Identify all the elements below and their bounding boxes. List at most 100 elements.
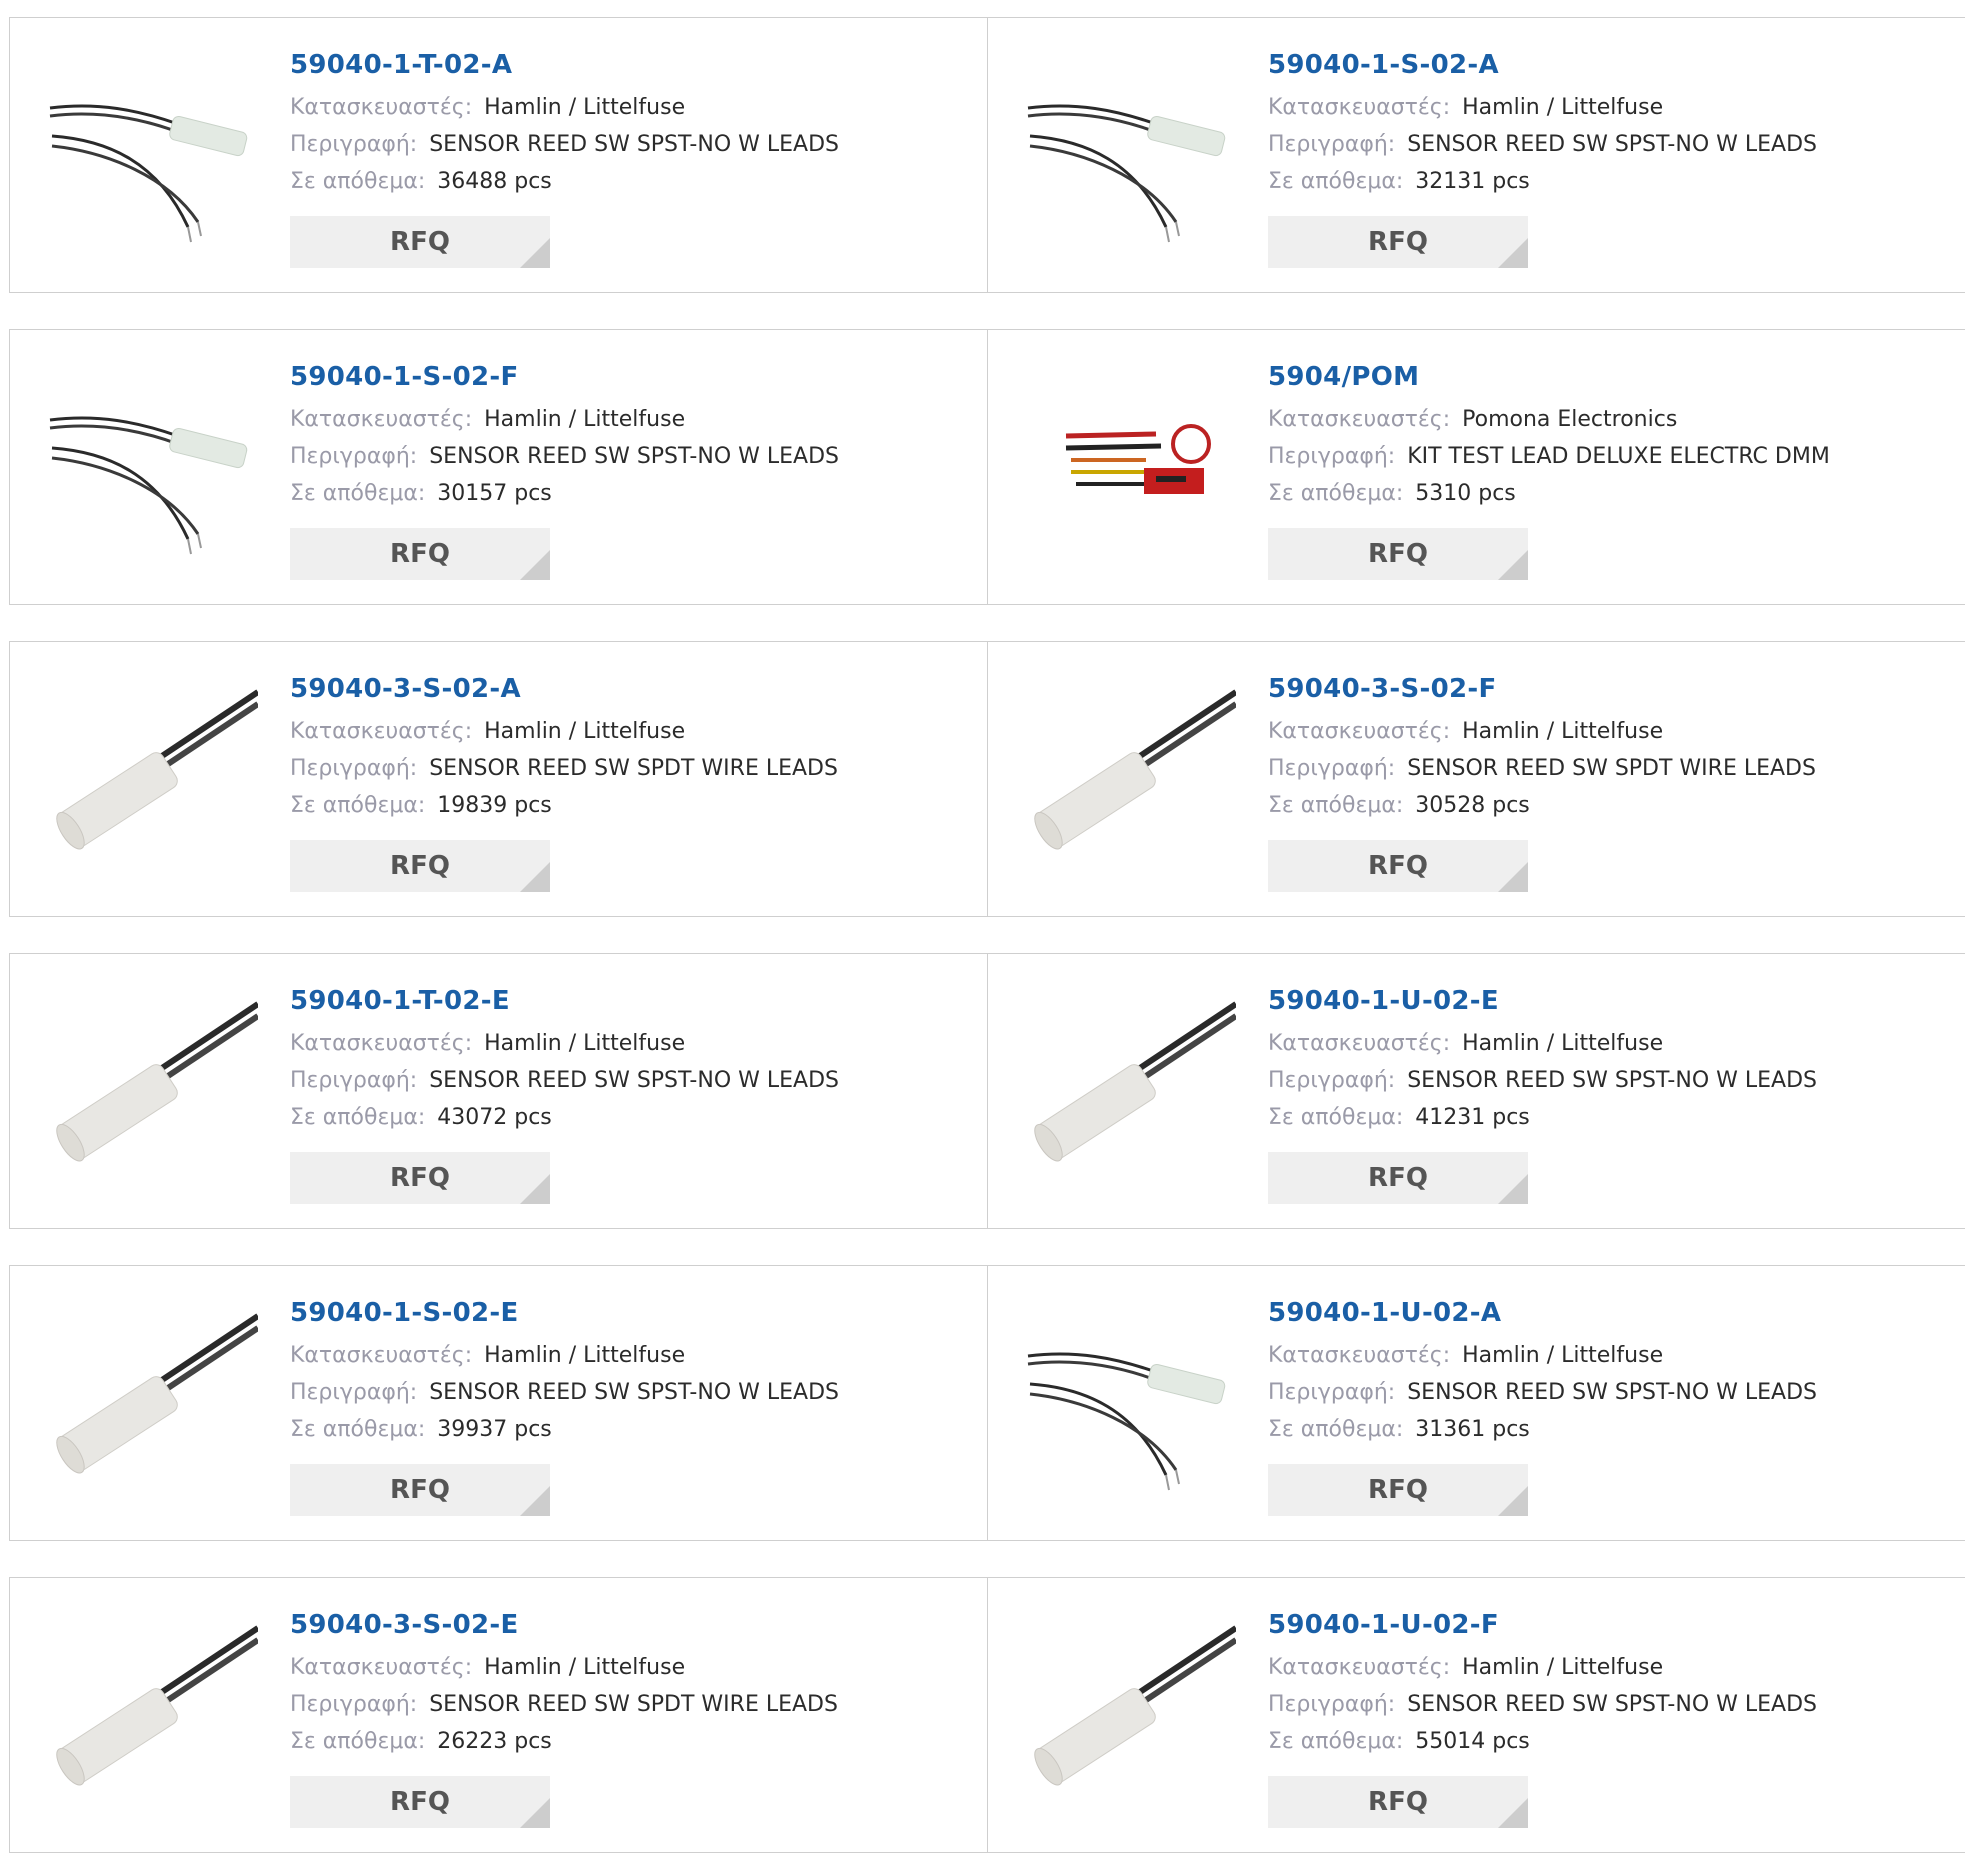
rfq-label: RFQ: [390, 539, 450, 569]
product-image[interactable]: [1026, 1300, 1236, 1510]
part-number-link[interactable]: 59040-3-S-02-F: [1268, 672, 1816, 706]
product-image[interactable]: [48, 1612, 258, 1822]
corner-triangle-icon: [520, 1798, 550, 1828]
rfq-button[interactable]: RFQ: [290, 1152, 550, 1204]
rfq-label: RFQ: [390, 1163, 450, 1193]
product-image[interactable]: [48, 988, 258, 1198]
description-value: SENSOR REED SW SPST-NO W LEADS: [1407, 1380, 1817, 1405]
product-card: 59040-3-S-02-A Κατασκευαστές: Hamlin / Li…: [9, 641, 987, 917]
product-image[interactable]: [1026, 1612, 1236, 1822]
manufacturer-row: Κατασκευαστές: Hamlin / Littelfuse: [290, 401, 839, 438]
product-image[interactable]: [1026, 676, 1236, 886]
rfq-button[interactable]: RFQ: [1268, 528, 1528, 580]
manufacturer-label: Κατασκευαστές:: [1268, 1031, 1451, 1056]
product-info: 59040-1-S-02-F Κατασκευαστές: Hamlin / Li…: [290, 360, 839, 580]
part-number-link[interactable]: 5904/POM: [1268, 360, 1830, 394]
product-info: 59040-3-S-02-F Κατασκευαστές: Hamlin / Li…: [1268, 672, 1816, 892]
product-card: 59040-1-T-02-A Κατασκευαστές: Hamlin / Li…: [9, 17, 987, 293]
manufacturer-row: Κατασκευαστές: Hamlin / Littelfuse: [1268, 1025, 1817, 1062]
stock-row: Σε απόθεμα: 30157 pcs: [290, 475, 839, 512]
stock-value: 43072 pcs: [437, 1105, 552, 1130]
part-number-link[interactable]: 59040-3-S-02-A: [290, 672, 838, 706]
rfq-button[interactable]: RFQ: [290, 1776, 550, 1828]
description-row: Περιγραφή: SENSOR REED SW SPST-NO W LEADS: [290, 438, 839, 475]
product-info: 59040-3-S-02-E Κατασκευαστές: Hamlin / Li…: [290, 1608, 838, 1828]
rfq-label: RFQ: [1368, 1475, 1428, 1505]
description-value: SENSOR REED SW SPDT WIRE LEADS: [429, 756, 838, 781]
description-row: Περιγραφή: SENSOR REED SW SPST-NO W LEADS: [1268, 1062, 1817, 1099]
corner-triangle-icon: [520, 1174, 550, 1204]
description-value: KIT TEST LEAD DELUXE ELECTRC DMM: [1407, 444, 1830, 469]
rfq-button[interactable]: RFQ: [1268, 1464, 1528, 1516]
part-number-link[interactable]: 59040-1-U-02-A: [1268, 1296, 1817, 1330]
product-grid: 59040-1-T-02-A Κατασκευαστές: Hamlin / Li…: [9, 17, 1965, 1853]
description-label: Περιγραφή:: [290, 756, 418, 781]
corner-triangle-icon: [1498, 1486, 1528, 1516]
part-number-link[interactable]: 59040-3-S-02-E: [290, 1608, 838, 1642]
manufacturer-value: Hamlin / Littelfuse: [1462, 719, 1664, 744]
rfq-label: RFQ: [390, 1787, 450, 1817]
manufacturer-label: Κατασκευαστές:: [290, 719, 473, 744]
product-image[interactable]: [1026, 364, 1236, 574]
rfq-button[interactable]: RFQ: [1268, 840, 1528, 892]
corner-triangle-icon: [1498, 862, 1528, 892]
test-lead-kit-icon: [1065, 424, 1211, 494]
part-number-link[interactable]: 59040-1-S-02-A: [1268, 48, 1817, 82]
reed-sensor-cylinder-icon: [56, 1001, 258, 1162]
corner-triangle-icon: [1498, 1798, 1528, 1828]
part-number-link[interactable]: 59040-1-U-02-F: [1268, 1608, 1817, 1642]
stock-label: Σε απόθεμα:: [1268, 1729, 1404, 1754]
manufacturer-value: Hamlin / Littelfuse: [484, 719, 686, 744]
rfq-button[interactable]: RFQ: [1268, 1776, 1528, 1828]
rfq-button[interactable]: RFQ: [290, 840, 550, 892]
manufacturer-value: Hamlin / Littelfuse: [1462, 1031, 1664, 1056]
part-number-link[interactable]: 59040-1-S-02-F: [290, 360, 839, 394]
product-card: 59040-1-S-02-E Κατασκευαστές: Hamlin / Li…: [9, 1265, 987, 1541]
rfq-button[interactable]: RFQ: [290, 1464, 550, 1516]
product-image[interactable]: [48, 364, 258, 574]
rfq-label: RFQ: [1368, 1163, 1428, 1193]
manufacturer-label: Κατασκευαστές:: [290, 1343, 473, 1368]
manufacturer-label: Κατασκευαστές:: [290, 407, 473, 432]
part-number-link[interactable]: 59040-1-T-02-A: [290, 48, 839, 82]
stock-row: Σε απόθεμα: 36488 pcs: [290, 163, 839, 200]
description-label: Περιγραφή:: [290, 444, 418, 469]
manufacturer-label: Κατασκευαστές:: [1268, 407, 1451, 432]
manufacturer-row: Κατασκευαστές: Pomona Electronics: [1268, 401, 1830, 438]
stock-label: Σε απόθεμα:: [290, 793, 426, 818]
rfq-button[interactable]: RFQ: [1268, 1152, 1528, 1204]
stock-row: Σε απόθεμα: 55014 pcs: [1268, 1723, 1817, 1760]
part-number-link[interactable]: 59040-1-U-02-E: [1268, 984, 1817, 1018]
rfq-button[interactable]: RFQ: [290, 216, 550, 268]
reed-sensor-cylinder-icon: [1034, 1001, 1236, 1162]
description-label: Περιγραφή:: [1268, 132, 1396, 157]
description-row: Περιγραφή: SENSOR REED SW SPDT WIRE LEADS: [290, 750, 838, 787]
rfq-button[interactable]: RFQ: [1268, 216, 1528, 268]
part-number-link[interactable]: 59040-1-S-02-E: [290, 1296, 839, 1330]
reed-sensor-leads-icon: [49, 416, 248, 555]
product-image[interactable]: [48, 52, 258, 262]
corner-triangle-icon: [1498, 238, 1528, 268]
reed-sensor-cylinder-icon: [1034, 1625, 1236, 1786]
corner-triangle-icon: [1498, 1174, 1528, 1204]
manufacturer-value: Hamlin / Littelfuse: [484, 1655, 686, 1680]
manufacturer-label: Κατασκευαστές:: [1268, 719, 1451, 744]
rfq-button[interactable]: RFQ: [290, 528, 550, 580]
stock-row: Σε απόθεμα: 39937 pcs: [290, 1411, 839, 1448]
description-label: Περιγραφή:: [290, 1380, 418, 1405]
manufacturer-value: Hamlin / Littelfuse: [484, 1343, 686, 1368]
rfq-label: RFQ: [1368, 1787, 1428, 1817]
product-image[interactable]: [1026, 988, 1236, 1198]
manufacturer-value: Hamlin / Littelfuse: [1462, 1655, 1664, 1680]
corner-triangle-icon: [520, 550, 550, 580]
part-number-link[interactable]: 59040-1-T-02-E: [290, 984, 839, 1018]
product-image[interactable]: [48, 676, 258, 886]
product-image[interactable]: [1026, 52, 1236, 262]
stock-row: Σε απόθεμα: 41231 pcs: [1268, 1099, 1817, 1136]
product-image[interactable]: [48, 1300, 258, 1510]
description-label: Περιγραφή:: [290, 1692, 418, 1717]
description-value: SENSOR REED SW SPDT WIRE LEADS: [429, 1692, 838, 1717]
stock-row: Σε απόθεμα: 19839 pcs: [290, 787, 838, 824]
rfq-label: RFQ: [1368, 227, 1428, 257]
manufacturer-label: Κατασκευαστές:: [1268, 95, 1451, 120]
